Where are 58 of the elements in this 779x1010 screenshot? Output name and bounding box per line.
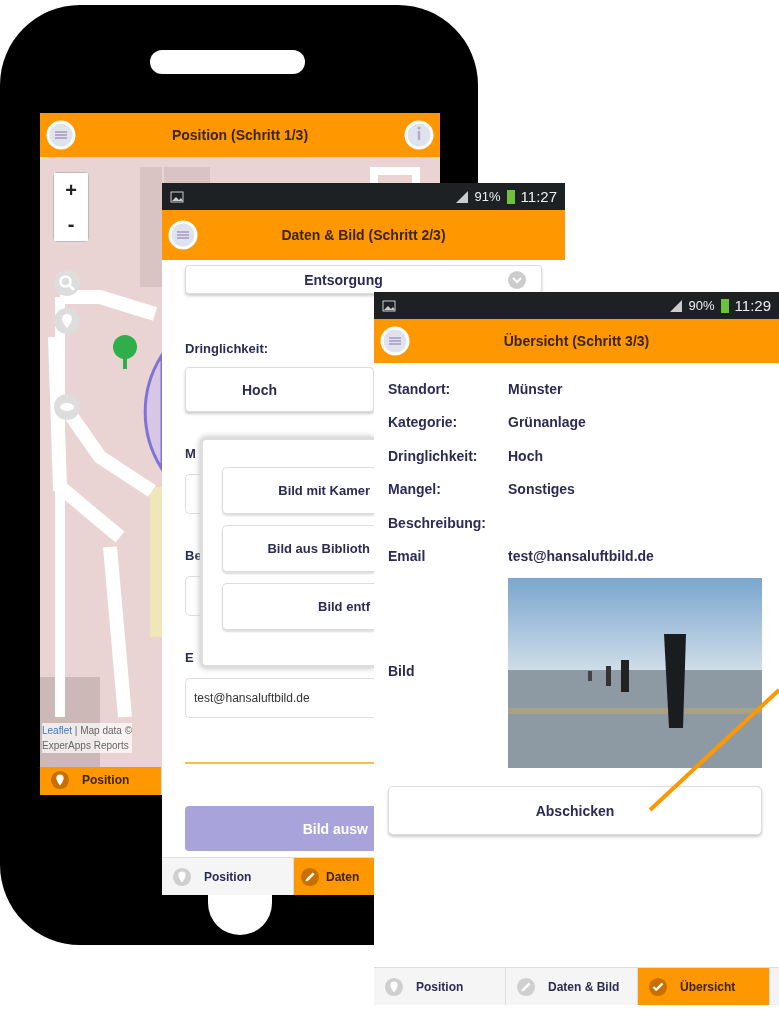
menu-button[interactable]: Bild entf bbox=[222, 583, 374, 630]
pin-icon[interactable] bbox=[53, 307, 81, 335]
menu-icon[interactable] bbox=[168, 220, 198, 250]
submit-button[interactable]: Abschicken bbox=[388, 786, 762, 835]
home-button[interactable] bbox=[208, 895, 272, 935]
leaflet-link[interactable]: Leaflet bbox=[42, 725, 73, 736]
tab[interactable]: Daten bbox=[294, 858, 374, 895]
battery-percent: 90% bbox=[688, 298, 715, 313]
image-icon bbox=[382, 299, 396, 312]
signal-icon bbox=[454, 189, 469, 204]
clock-time: 11:29 bbox=[734, 297, 771, 314]
tab[interactable]: Position bbox=[40, 765, 162, 795]
dropdown[interactable]: Entsorgung bbox=[185, 265, 542, 294]
summary-label: Kategorie: bbox=[388, 414, 459, 431]
menu-icon[interactable] bbox=[380, 326, 410, 356]
pencil-icon bbox=[300, 866, 320, 887]
summary-value: test@hansaluftbild.de bbox=[508, 548, 654, 565]
battery-percent: 91% bbox=[474, 189, 501, 204]
screen-title: Daten & Bild (Schritt 2/3) bbox=[280, 227, 447, 243]
field-label: Dringlichkeit: bbox=[185, 340, 269, 358]
menu-button[interactable]: Bild mit Kamer bbox=[222, 467, 374, 514]
battery-icon bbox=[720, 298, 729, 313]
pin-icon bbox=[172, 866, 192, 887]
screen-title: Übersicht (Schritt 3/3) bbox=[502, 333, 651, 349]
pencil-icon bbox=[516, 976, 536, 997]
clock-time: 11:27 bbox=[520, 188, 557, 205]
battery-icon bbox=[506, 189, 515, 204]
menu-button[interactable]: Bild aus Biblioth bbox=[222, 525, 374, 572]
dropdown[interactable]: Hoch bbox=[185, 367, 374, 412]
summary-value: Sonstiges bbox=[508, 481, 575, 498]
app-credit: ExperApps Reports bbox=[42, 739, 130, 753]
pin-icon bbox=[50, 770, 70, 790]
tab[interactable]: Übersicht bbox=[638, 968, 770, 1005]
field-label: M bbox=[185, 445, 196, 463]
tree-marker-icon[interactable] bbox=[113, 335, 137, 369]
summary-label: Email bbox=[388, 548, 427, 565]
search-icon[interactable] bbox=[53, 269, 81, 297]
map-attribution: Leaflet | Map data © bbox=[42, 724, 133, 738]
summary-value: Hoch bbox=[508, 447, 543, 464]
field-label: E bbox=[185, 649, 194, 667]
eye-icon[interactable] bbox=[53, 393, 81, 421]
check-icon bbox=[648, 976, 668, 997]
summary-label: Bild bbox=[388, 662, 416, 679]
summary-label: Mangel: bbox=[388, 481, 442, 498]
pin-icon bbox=[384, 976, 404, 997]
summary-label: Beschreibung: bbox=[388, 514, 487, 531]
summary-value: Grünanlage bbox=[508, 414, 586, 431]
chevron-icon bbox=[507, 270, 527, 290]
building-outline bbox=[370, 167, 420, 185]
summary-label: Standort: bbox=[388, 380, 452, 397]
summary-value: Münster bbox=[508, 380, 563, 397]
info-icon[interactable] bbox=[404, 120, 434, 150]
screen-title: Position (Schritt 1/3) bbox=[170, 127, 310, 143]
input-field[interactable]: test@hansaluftbild.de bbox=[185, 678, 374, 718]
summary-label: Dringlichkeit: bbox=[388, 447, 479, 464]
image-icon bbox=[170, 190, 184, 203]
menu-icon[interactable] bbox=[46, 120, 76, 150]
signal-icon bbox=[668, 298, 683, 313]
